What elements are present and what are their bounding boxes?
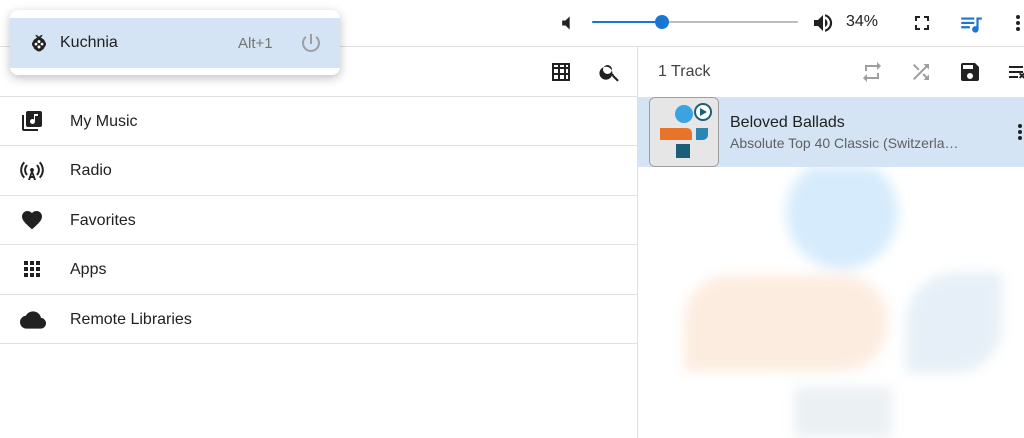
volume-up-icon[interactable]	[811, 11, 835, 35]
repeat-icon[interactable]	[860, 60, 884, 84]
source-item-label: Apps	[70, 261, 107, 279]
track-count: 1 Track	[658, 63, 711, 80]
player-menu: Kuchnia Alt+1	[10, 10, 340, 75]
player-menu-item[interactable]: Kuchnia Alt+1	[10, 18, 340, 68]
player-name: Kuchnia	[60, 34, 118, 51]
grid-view-icon[interactable]	[549, 60, 573, 84]
source-item-radio[interactable]: Radio	[0, 146, 637, 196]
shuffle-icon[interactable]	[909, 60, 933, 84]
source-item-label: My Music	[70, 113, 138, 130]
power-icon[interactable]	[299, 31, 323, 55]
sources-list: My Music Radio Favorites Apps Remote Lib…	[0, 97, 637, 344]
background-album-art	[638, 167, 1024, 438]
search-icon[interactable]	[598, 60, 622, 84]
queue-music-icon[interactable]	[958, 11, 984, 37]
save-icon[interactable]	[958, 60, 982, 84]
track-more-icon[interactable]	[1008, 120, 1024, 144]
track-subtitle: Absolute Top 40 Classic (Switzerland)	[730, 135, 960, 151]
queue-track-row[interactable]: Beloved Ballads Absolute Top 40 Classic …	[638, 97, 1024, 167]
more-vertical-icon[interactable]	[1006, 11, 1024, 35]
source-item-label: Remote Libraries	[70, 310, 192, 328]
volume-down-icon[interactable]	[558, 13, 578, 33]
library-music-icon	[20, 109, 44, 133]
source-item-label: Radio	[70, 162, 112, 180]
volume-percent: 34%	[846, 13, 879, 30]
source-item-label: Favorites	[70, 211, 136, 229]
tunein-logo-icon	[649, 97, 719, 167]
clear-queue-icon[interactable]	[1006, 60, 1024, 84]
track-title: Beloved Ballads	[730, 114, 845, 131]
cloud-icon	[20, 307, 46, 331]
apps-icon	[20, 257, 44, 281]
volume-slider[interactable]	[592, 15, 798, 29]
player-shortcut: Alt+1	[238, 35, 273, 52]
queue-header: 1 Track	[638, 47, 1024, 97]
heart-icon	[20, 208, 44, 232]
fullscreen-icon[interactable]	[910, 11, 934, 35]
volume-slider-fill	[592, 21, 663, 23]
raspberry-pi-icon	[28, 32, 50, 54]
source-item-apps[interactable]: Apps	[0, 245, 637, 295]
source-item-favorites[interactable]: Favorites	[0, 196, 637, 246]
radio-tower-icon	[20, 158, 44, 182]
source-item-my-music[interactable]: My Music	[0, 97, 637, 147]
source-item-remote-libraries[interactable]: Remote Libraries	[0, 295, 637, 344]
volume-slider-thumb[interactable]	[655, 15, 670, 29]
